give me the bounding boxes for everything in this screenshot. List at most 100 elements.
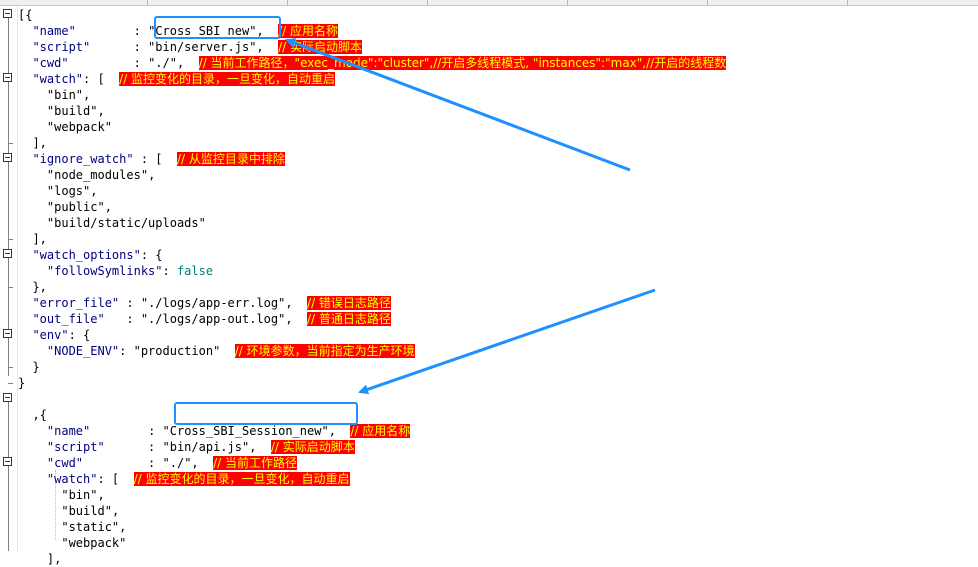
fold-minus-icon[interactable] xyxy=(3,9,12,18)
json-key: "followSymlinks" xyxy=(46,264,163,278)
json-key: "watch" xyxy=(46,472,98,486)
code-line: ,{ xyxy=(18,407,46,423)
json-punctuation: : { xyxy=(68,328,91,342)
json-punctuation: , xyxy=(328,424,351,438)
json-punctuation: , xyxy=(249,440,271,454)
whitespace: : xyxy=(90,40,149,54)
code-comment: // 实际启动脚本 xyxy=(270,440,355,454)
ruler-tick xyxy=(847,0,848,5)
code-comment: // 应用名称 xyxy=(350,424,411,438)
code-line: } xyxy=(18,375,25,391)
json-string: "./logs/app-err.log" xyxy=(140,296,286,310)
fold-line xyxy=(8,16,9,376)
code-line: "watch_options": { xyxy=(18,247,163,263)
code-line: "webpack" xyxy=(18,535,126,551)
code-line: "ignore_watch" : [ // 从监控目录中排除 xyxy=(18,151,285,167)
json-punctuation: , xyxy=(148,168,156,182)
json-punctuation: : [ xyxy=(97,472,134,486)
code-line: "cwd" : "./", // 当前工作路径 xyxy=(18,455,298,471)
json-punctuation: : [ xyxy=(83,72,120,86)
fold-minus-icon[interactable] xyxy=(3,457,12,466)
json-string: "node_modules" xyxy=(46,168,149,182)
code-line: ], xyxy=(18,231,46,247)
json-punctuation: ], xyxy=(46,552,62,566)
code-comment: // 监控变化的目录，一旦变化，自动重启 xyxy=(119,72,336,86)
code-line: } xyxy=(18,359,40,375)
json-key: "cwd" xyxy=(32,56,69,70)
code-line: }, xyxy=(18,279,47,295)
json-punctuation: }, xyxy=(32,280,47,294)
json-string: "bin/server.js" xyxy=(148,40,257,54)
json-key: "script" xyxy=(32,40,91,54)
fold-end-marker xyxy=(8,287,13,288)
json-punctuation: , xyxy=(111,504,120,518)
json-string: "./" xyxy=(162,456,192,470)
code-comment: // 实际启动脚本 xyxy=(278,40,363,54)
code-line: "name" : "Cross_SBI_Session_new", // 应用名… xyxy=(18,423,411,439)
code-line: "build", xyxy=(18,503,119,519)
json-punctuation: } xyxy=(32,360,40,374)
fold-end-marker xyxy=(8,367,13,368)
json-punctuation: : xyxy=(119,344,134,358)
ruler-tick xyxy=(567,0,568,5)
fold-minus-icon[interactable] xyxy=(3,249,12,258)
json-key: "out_file" xyxy=(32,312,105,326)
json-string: "bin" xyxy=(61,488,98,502)
json-key: "name" xyxy=(46,424,91,438)
fold-minus-icon[interactable] xyxy=(3,393,12,402)
code-line: "webpack" xyxy=(18,119,112,135)
ruler-tick xyxy=(707,0,708,5)
json-string: "build" xyxy=(46,104,98,118)
code-line: "NODE_ENV": "production" // 环境参数，当前指定为生产… xyxy=(18,343,415,359)
json-string: "webpack" xyxy=(61,536,127,550)
fold-minus-icon[interactable] xyxy=(3,329,12,338)
editor-ruler xyxy=(0,0,978,6)
whitespace: : xyxy=(90,424,163,438)
json-string: "./logs/app-out.log" xyxy=(140,312,286,326)
json-string: "build" xyxy=(61,504,112,518)
json-string: "build/static/uploads" xyxy=(46,216,206,230)
json-key: "name" xyxy=(32,24,76,38)
json-string: "Cross_SBI_Session_new" xyxy=(162,424,329,438)
code-line: ], xyxy=(18,135,46,151)
json-punctuation: : { xyxy=(140,248,163,262)
fold-minus-icon[interactable] xyxy=(3,73,12,82)
fold-minus-icon[interactable] xyxy=(3,153,12,162)
whitespace: : xyxy=(104,440,163,454)
code-line: "env": { xyxy=(18,327,90,343)
code-line: "error_file" : "./logs/app-err.log", // … xyxy=(18,295,391,311)
ruler-tick xyxy=(287,0,288,5)
code-line: [{ xyxy=(18,7,32,23)
json-punctuation: : xyxy=(162,264,177,278)
code-comment: // 当前工作路径，"exec_mode":"cluster",//开启多线程模… xyxy=(198,56,727,70)
json-string: "webpack" xyxy=(46,120,112,134)
json-punctuation: [{ xyxy=(18,8,33,22)
whitespace: : xyxy=(119,296,141,310)
code-line: "node_modules", xyxy=(18,167,155,183)
json-key: "ignore_watch" xyxy=(32,152,134,166)
whitespace: : xyxy=(68,56,149,70)
json-string: "bin" xyxy=(46,88,84,102)
json-string: "static" xyxy=(61,520,120,534)
json-punctuation: , xyxy=(176,56,199,70)
code-line: "script" : "bin/api.js", // 实际启动脚本 xyxy=(18,439,355,455)
json-punctuation: , xyxy=(285,312,308,326)
code-comment: // 普通日志路径 xyxy=(307,312,391,326)
code-line: "build", xyxy=(18,103,105,119)
code-line: ], xyxy=(18,551,61,567)
